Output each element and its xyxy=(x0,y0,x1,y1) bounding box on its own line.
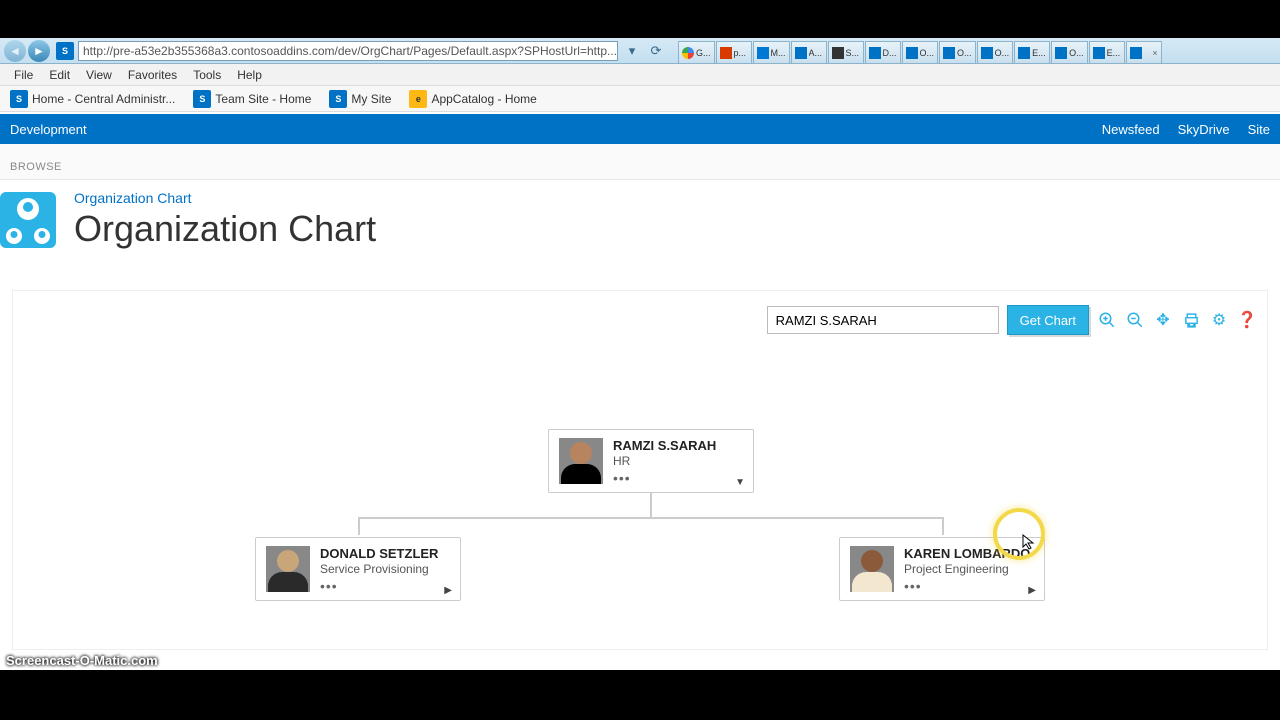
app-icon xyxy=(0,192,56,248)
letterbox-bottom xyxy=(0,670,1280,720)
back-button[interactable]: ◄ xyxy=(4,40,26,62)
menu-tools[interactable]: Tools xyxy=(185,66,229,84)
avatar xyxy=(850,546,894,592)
browser-tab[interactable]: p... xyxy=(716,41,752,63)
menu-view[interactable]: View xyxy=(78,66,120,84)
suite-link-sites[interactable]: Site xyxy=(1248,122,1270,137)
browser-tab[interactable]: O... xyxy=(1051,41,1088,63)
favorite-link[interactable]: SHome - Central Administr... xyxy=(6,90,175,108)
favorite-link[interactable]: SMy Site xyxy=(325,90,391,108)
node-name: KAREN LOMBARDO xyxy=(904,546,1034,561)
node-dept: HR xyxy=(613,454,743,468)
node-more-icon[interactable]: ••• xyxy=(320,578,450,594)
org-node-root[interactable]: RAMZI S.SARAH HR ••• ▼ xyxy=(548,429,754,493)
chart-canvas: Get Chart ✥ ⚙ ❓ RAMZI S.SARAH HR ••• ▼ xyxy=(12,290,1268,650)
page-header: Organization Chart Organization Chart xyxy=(0,190,1280,250)
get-chart-button[interactable]: Get Chart xyxy=(1007,305,1089,335)
settings-icon[interactable]: ⚙ xyxy=(1209,310,1229,330)
menu-edit[interactable]: Edit xyxy=(41,66,78,84)
node-name: DONALD SETZLER xyxy=(320,546,450,561)
favorite-link[interactable]: STeam Site - Home xyxy=(189,90,311,108)
address-bar-row: ◄ ► S http://pre-a53e2b355368a3.contosoa… xyxy=(0,38,1280,64)
ribbon-tab-browse[interactable]: BROWSE xyxy=(0,155,72,179)
ribbon: BROWSE xyxy=(0,144,1280,180)
org-node[interactable]: KAREN LOMBARDO Project Engineering ••• ▶ xyxy=(839,537,1045,601)
favorite-link[interactable]: eAppCatalog - Home xyxy=(405,90,536,108)
browser-tab[interactable]: G... xyxy=(678,41,715,63)
connector xyxy=(942,517,944,535)
menu-favorites[interactable]: Favorites xyxy=(120,66,185,84)
suite-link-skydrive[interactable]: SkyDrive xyxy=(1178,122,1230,137)
browser-tab[interactable]: O... xyxy=(939,41,976,63)
browser-tab[interactable]: D... xyxy=(865,41,901,63)
zoom-out-icon[interactable] xyxy=(1125,310,1145,330)
fit-icon[interactable]: ✥ xyxy=(1153,310,1173,330)
letterbox-top xyxy=(0,0,1280,38)
browser-tab[interactable]: E... xyxy=(1014,41,1050,63)
node-dept: Service Provisioning xyxy=(320,562,450,576)
favorites-bar: SHome - Central Administr... STeam Site … xyxy=(0,86,1280,112)
chart-toolbar: Get Chart ✥ ⚙ ❓ xyxy=(767,305,1257,335)
browser-chrome: ◄ ► S http://pre-a53e2b355368a3.contosoa… xyxy=(0,38,1280,114)
browser-tab[interactable]: × xyxy=(1126,41,1162,63)
connector xyxy=(650,493,652,517)
avatar xyxy=(559,438,603,484)
browser-tab[interactable]: E... xyxy=(1089,41,1125,63)
avatar xyxy=(266,546,310,592)
forward-button[interactable]: ► xyxy=(28,40,50,62)
site-title[interactable]: Development xyxy=(10,122,87,137)
suite-bar: Development Newsfeed SkyDrive Site xyxy=(0,114,1280,144)
menu-file[interactable]: File xyxy=(6,66,41,84)
browser-tab[interactable]: M... xyxy=(753,41,790,63)
menu-bar: File Edit View Favorites Tools Help xyxy=(0,64,1280,86)
browser-tab[interactable]: O... xyxy=(902,41,939,63)
browser-tab[interactable]: S... xyxy=(828,41,864,63)
node-dept: Project Engineering xyxy=(904,562,1034,576)
org-node[interactable]: DONALD SETZLER Service Provisioning ••• … xyxy=(255,537,461,601)
site-favicon: S xyxy=(56,42,74,60)
expand-down-icon[interactable]: ▼ xyxy=(735,477,745,488)
help-icon[interactable]: ❓ xyxy=(1237,310,1257,330)
watermark: Screencast-O-Matic.com xyxy=(6,653,158,668)
dropdown-icon[interactable]: ▾ xyxy=(622,41,642,61)
search-input[interactable] xyxy=(767,306,999,334)
expand-right-icon[interactable]: ▶ xyxy=(1028,585,1036,596)
suite-link-newsfeed[interactable]: Newsfeed xyxy=(1102,122,1160,137)
browser-tabs: G... p... M... A... S... D... O... O... … xyxy=(678,38,1276,63)
address-input[interactable]: http://pre-a53e2b355368a3.contosoaddins.… xyxy=(78,41,618,61)
node-more-icon[interactable]: ••• xyxy=(613,470,743,486)
zoom-in-icon[interactable] xyxy=(1097,310,1117,330)
node-more-icon[interactable]: ••• xyxy=(904,578,1034,594)
tab-close-icon[interactable]: × xyxy=(1152,48,1157,58)
menu-help[interactable]: Help xyxy=(229,66,270,84)
breadcrumb[interactable]: Organization Chart xyxy=(74,190,376,206)
node-name: RAMZI S.SARAH xyxy=(613,438,743,453)
connector xyxy=(358,517,360,535)
browser-tab[interactable]: O... xyxy=(977,41,1014,63)
expand-right-icon[interactable]: ▶ xyxy=(444,585,452,596)
print-icon[interactable] xyxy=(1181,310,1201,330)
browser-tab[interactable]: A... xyxy=(791,41,827,63)
refresh-button[interactable]: ⟳ xyxy=(646,41,666,61)
connector xyxy=(358,517,944,519)
page-title: Organization Chart xyxy=(74,208,376,250)
